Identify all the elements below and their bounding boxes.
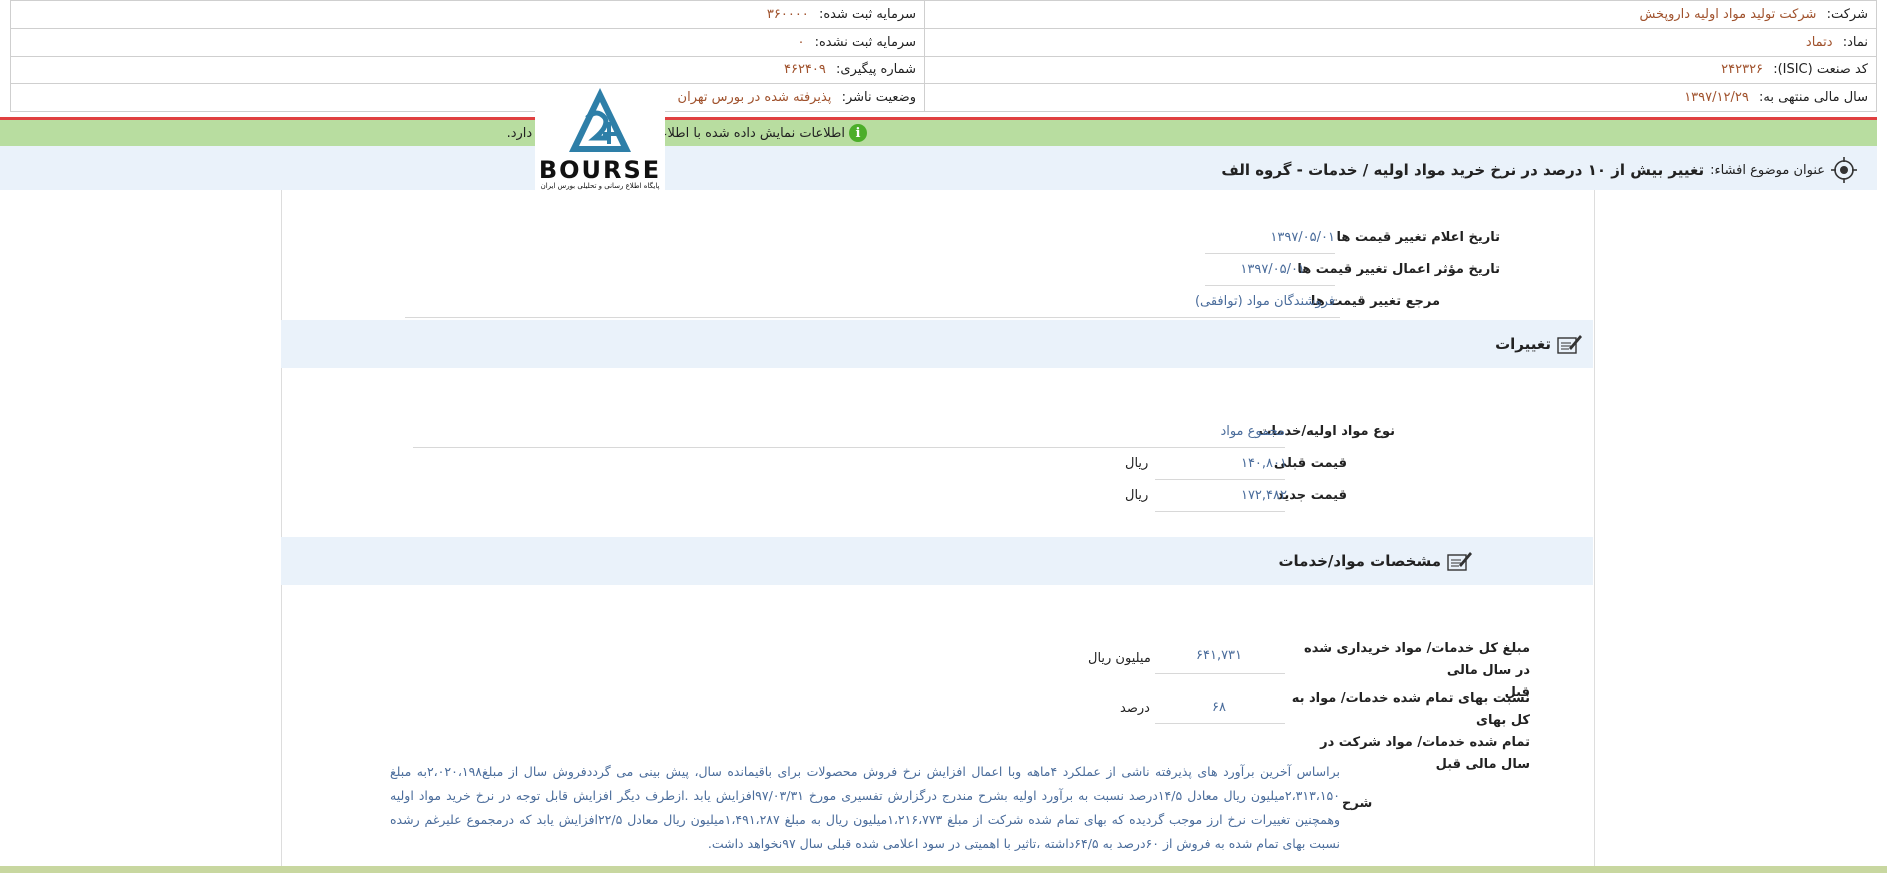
capital-unreg-value: ۰ <box>797 34 805 50</box>
tracking-value: ۴۶۲۴۰۹ <box>783 62 826 78</box>
total-purchase-label-line1: مبلغ کل خدمات/ مواد خریداری شده در سال م… <box>1304 641 1530 678</box>
total-purchase-value: ۶۴۱,۷۳۱ <box>1196 648 1243 663</box>
cost-ratio-value: ۶۸ <box>1212 700 1226 715</box>
capital-unreg-cell: سرمایه ثبت نشده: ۰ <box>10 27 925 57</box>
isic-label: کد صنعت (ISIC): <box>1773 62 1868 78</box>
capital-reg-value: ۳۶۰۰۰۰ <box>766 6 809 22</box>
material-type-underline <box>413 447 1285 448</box>
status-label: وضعیت ناشر: <box>841 90 916 106</box>
new-price-currency: ریال <box>1125 488 1149 503</box>
tracking-label: شماره پیگیری: <box>836 62 916 78</box>
cost-ratio-underline <box>1155 723 1285 724</box>
edit-note-icon <box>1557 335 1582 354</box>
subject-title: تغییر بیش از ۱۰ درصد در نرخ خرید مواد او… <box>1221 161 1705 179</box>
material-type-row: نوع مواد اولیه/خدمات مجموع مواد <box>1000 424 1395 444</box>
symbol-label: نماد: <box>1842 34 1868 50</box>
announce-date-value: ۱۳۹۷/۰۵/۰۱ <box>1270 230 1335 245</box>
header-info-table: شرکت: شرکت تولید مواد اولیه داروپخش سرما… <box>10 0 1877 112</box>
announce-date-label: تاریخ اعلام تغییر قیمت ها <box>1336 230 1500 245</box>
cost-ratio-unit: درصد <box>1120 701 1150 716</box>
company-value[interactable]: شرکت تولید مواد اولیه داروپخش <box>1639 7 1816 22</box>
total-purchase-underline <box>1155 673 1285 674</box>
changes-section-title: تغییرات <box>1495 335 1551 353</box>
cost-ratio-label-line1: نسبت بهای تمام شده خدمات/ مواد به کل بها… <box>1291 691 1530 728</box>
reference-underline <box>405 317 1340 318</box>
isic-value: ۲۴۲۳۲۶ <box>1721 62 1764 78</box>
specs-section-header: مشخصات مواد/خدمات <box>281 537 1593 585</box>
fiscal-label: سال مالی منتهی به: <box>1758 90 1868 106</box>
tracking-cell: شماره پیگیری: ۴۶۲۴۰۹ <box>10 55 925 85</box>
material-type-value: مجموع مواد <box>1220 424 1285 439</box>
fiscal-value: ۱۳۹۷/۱۲/۲۹ <box>1684 90 1749 106</box>
announce-date-underline <box>1205 253 1335 254</box>
total-purchase-unit: میلیون ریال <box>1088 651 1151 666</box>
status-cell: وضعیت ناشر: پذیرفته شده در بورس تهران <box>10 83 925 112</box>
new-price-value: ۱۷۲,۴۸۲ <box>1240 488 1287 503</box>
symbol-cell: نماد: دتماد <box>924 27 1877 57</box>
isic-cell: کد صنعت (ISIC): ۲۴۲۳۲۶ <box>924 55 1877 85</box>
subject-label: عنوان موضوع افشاء: <box>1710 162 1825 178</box>
effective-date-row: تاریخ مؤثر اعمال تغییر قیمت ها ۱۳۹۷/۰۵/۰… <box>1060 262 1500 282</box>
verification-notice-bar: i اطلاعات نمایش داده شده با اطلاعات امضا… <box>0 120 1877 146</box>
effective-date-label: تاریخ مؤثر اعمال تغییر قیمت ها <box>1297 262 1500 277</box>
description-label: شرح <box>1342 796 1373 811</box>
effective-date-underline <box>1205 285 1335 286</box>
symbol-value[interactable]: دتماد <box>1806 35 1833 50</box>
bottom-strip <box>0 866 1887 873</box>
reference-row: مرجع تغییر قیمت ها فروشندگان مواد (توافق… <box>1060 294 1440 314</box>
bourse-logo-mark-icon <box>569 88 631 152</box>
bourse-logo-subtitle: پایگاه اطلاع رسانی و تحلیلی بورس ایران <box>540 182 660 190</box>
subject-bar: عنوان موضوع افشاء: تغییر بیش از ۱۰ درصد … <box>0 146 1877 190</box>
info-icon: i <box>849 124 867 142</box>
company-cell: شرکت: شرکت تولید مواد اولیه داروپخش <box>924 0 1877 29</box>
reference-value: فروشندگان مواد (توافقی) <box>1194 294 1335 309</box>
new-price-label: قیمت جدید <box>1276 488 1347 503</box>
capital-reg-cell: سرمایه ثبت شده: ۳۶۰۰۰۰ <box>10 0 925 29</box>
specs-section-title: مشخصات مواد/خدمات <box>1278 552 1441 570</box>
target-icon <box>1831 157 1857 183</box>
status-value: پذیرفته شده در بورس تهران <box>677 90 832 106</box>
fiscal-cell: سال مالی منتهی به: ۱۳۹۷/۱۲/۲۹ <box>924 83 1877 112</box>
edit-note-icon <box>1447 552 1472 571</box>
new-price-underline <box>1155 511 1285 512</box>
announce-date-row: تاریخ اعلام تغییر قیمت ها ۱۳۹۷/۰۵/۰۱ <box>1060 230 1500 250</box>
bourse-logo[interactable]: BOURSE پایگاه اطلاع رسانی و تحلیلی بورس … <box>535 84 665 194</box>
company-label: شرکت: <box>1826 6 1868 22</box>
old-price-currency: ریال <box>1125 456 1149 471</box>
capital-reg-label: سرمایه ثبت شده: <box>818 6 916 22</box>
old-price-underline <box>1155 479 1285 480</box>
bourse-logo-text: BOURSE <box>538 156 662 184</box>
old-price-value: ۱۴۰,۸۰۱ <box>1240 456 1287 471</box>
changes-section-header: تغییرات <box>281 320 1593 368</box>
description-text: براساس آخرین برآورد های پذیرفته ناشی از … <box>390 764 1341 851</box>
effective-date-value: ۱۳۹۷/۰۵/۰۱ <box>1240 262 1305 277</box>
capital-unreg-label: سرمایه ثبت نشده: <box>814 34 916 50</box>
